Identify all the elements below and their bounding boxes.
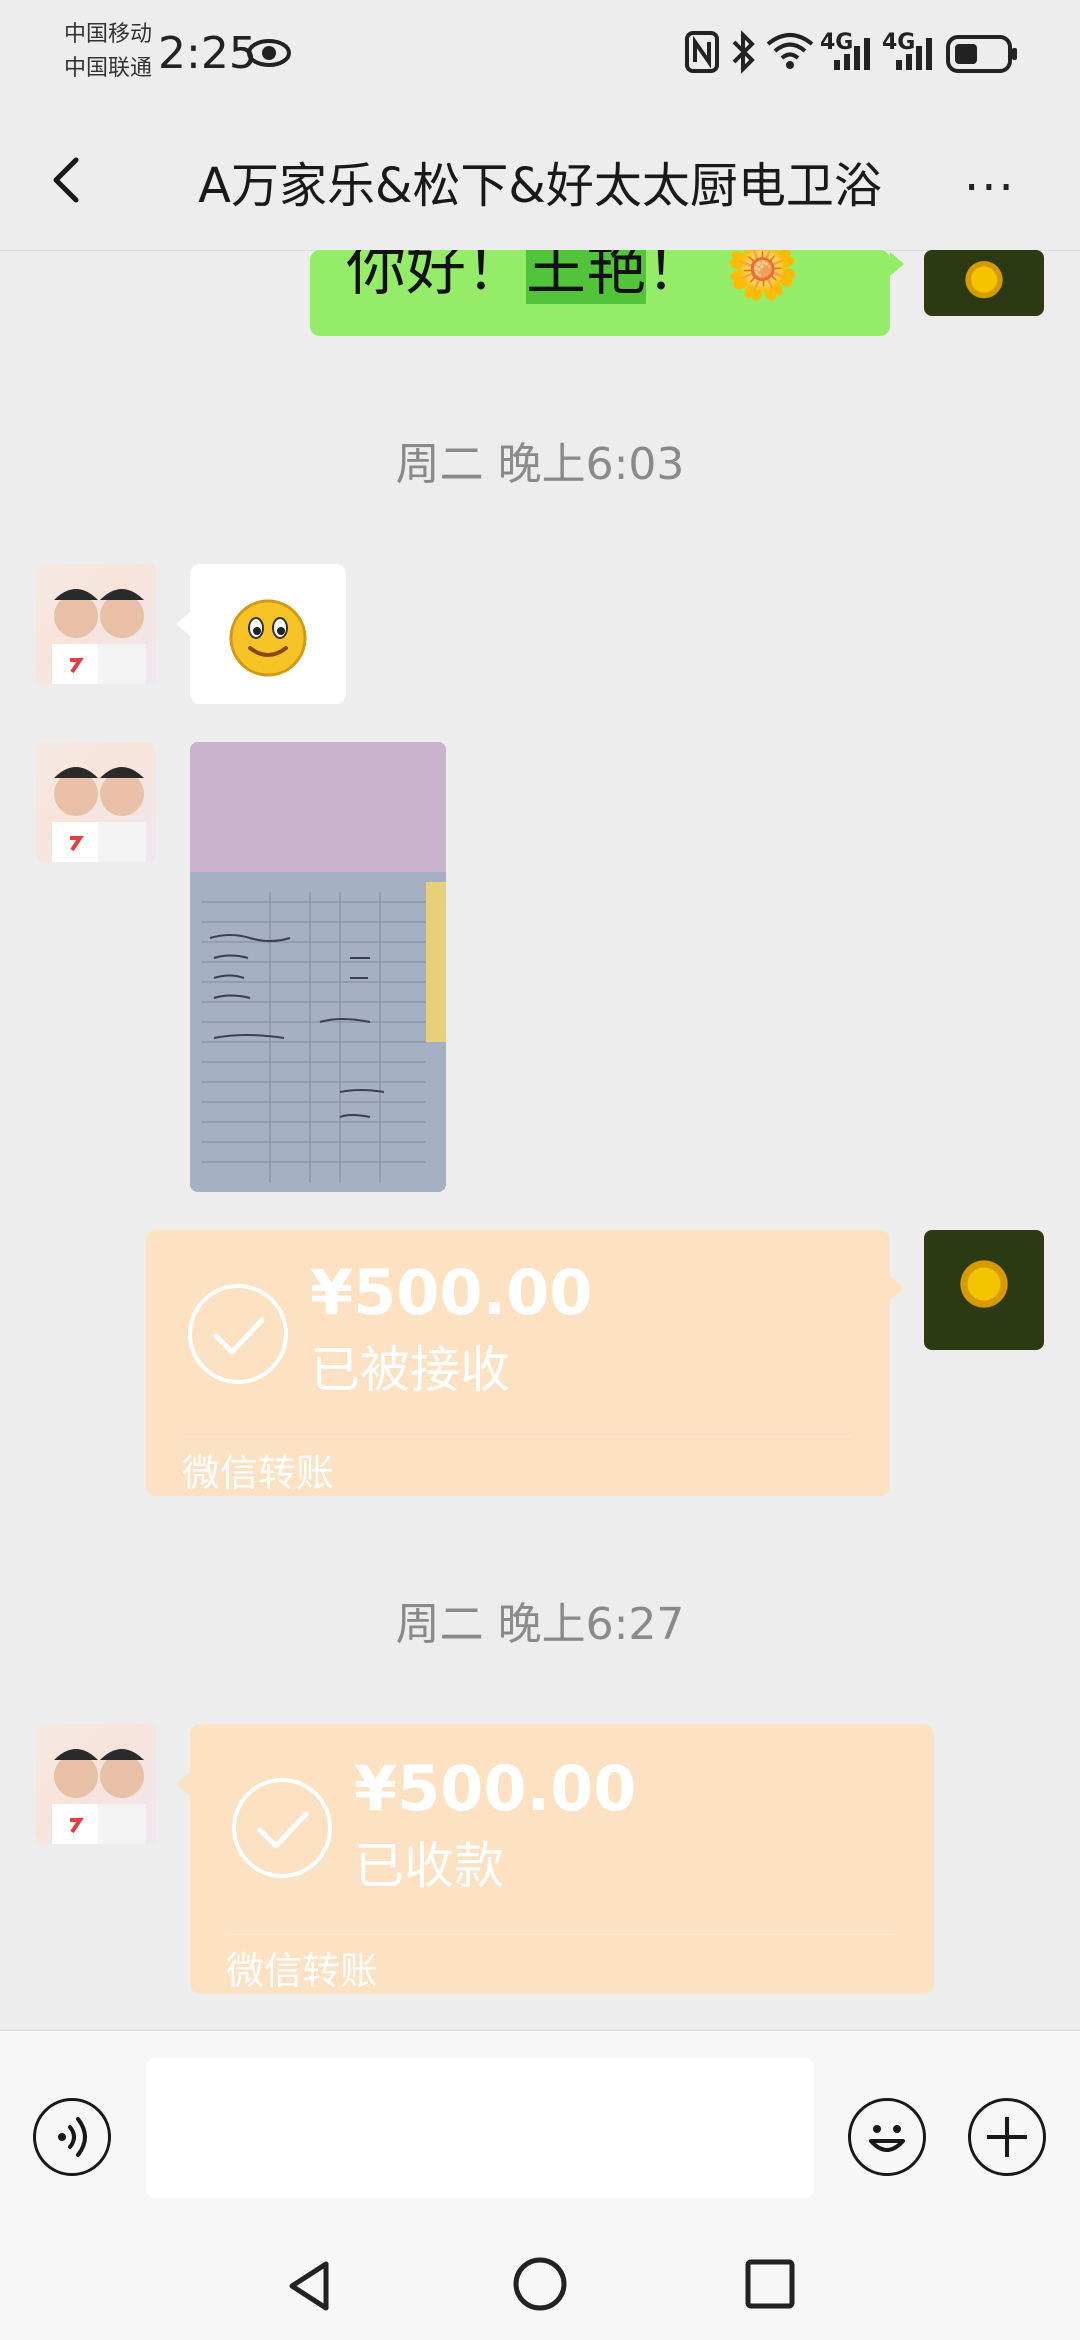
nav-back-button[interactable] bbox=[280, 2256, 340, 2316]
my-avatar[interactable] bbox=[924, 1230, 1044, 1350]
contact-avatar[interactable] bbox=[36, 564, 156, 684]
kids-photo-icon bbox=[52, 1749, 146, 1844]
transfer-card[interactable]: ¥500.00 已收款 微信转账 bbox=[190, 1724, 934, 1994]
check-circle-icon bbox=[188, 1284, 288, 1384]
bubble-tail bbox=[176, 612, 190, 636]
transfer-divider bbox=[182, 1436, 852, 1437]
wifi-icon bbox=[766, 33, 814, 69]
receipt-photo-icon bbox=[190, 742, 446, 1192]
nfc-icon bbox=[685, 31, 719, 73]
plus-icon bbox=[987, 2117, 1027, 2157]
contact-avatar[interactable] bbox=[36, 742, 156, 862]
bluetooth-icon bbox=[732, 30, 755, 74]
bubble-tail bbox=[890, 252, 904, 276]
check-circle-icon bbox=[232, 1778, 332, 1878]
voice-input-button[interactable] bbox=[33, 2098, 111, 2176]
eye-icon bbox=[247, 39, 291, 67]
smiley-icon bbox=[869, 2125, 905, 2152]
chat-title: A万家乐&松下&好太太厨电卫浴 bbox=[198, 158, 882, 214]
status-time: 2:25 bbox=[158, 28, 257, 79]
timestamp: 周二 晚上6:27 bbox=[395, 1599, 685, 1650]
text-message-bubble[interactable]: 你好！王艳！ 🌼 bbox=[310, 250, 890, 336]
kids-photo-icon bbox=[52, 589, 146, 684]
transfer-divider bbox=[226, 1934, 896, 1935]
battery-icon bbox=[946, 35, 1017, 73]
contact-avatar[interactable] bbox=[36, 1724, 156, 1844]
transfer-amount: ¥500.00 bbox=[310, 1256, 593, 1329]
transfer-status: 已收款 bbox=[354, 1837, 504, 1895]
my-avatar[interactable] bbox=[924, 250, 1044, 316]
transfer-status: 已被接收 bbox=[310, 1341, 510, 1399]
more-options-button[interactable]: ··· bbox=[964, 160, 1016, 216]
carrier-2: 中国联通 bbox=[64, 56, 153, 81]
signal-icon-2 bbox=[896, 38, 932, 70]
message-text-end: ！ bbox=[646, 250, 706, 304]
nav-home-button[interactable] bbox=[510, 2254, 570, 2314]
signal-icon-1 bbox=[834, 38, 870, 70]
flower-emoji: 🌼 bbox=[725, 250, 800, 304]
transfer-card[interactable]: ¥500.00 已被接收 微信转账 bbox=[146, 1230, 890, 1496]
timestamp: 周二 晚上6:03 bbox=[395, 439, 685, 490]
transfer-footer: 微信转账 bbox=[226, 1949, 379, 1993]
emoji-button[interactable] bbox=[848, 2098, 926, 2176]
emoji-message-bubble[interactable] bbox=[190, 564, 346, 704]
image-message[interactable] bbox=[190, 742, 446, 1192]
carrier-1: 中国移动 bbox=[64, 22, 153, 47]
transfer-amount: ¥500.00 bbox=[354, 1752, 637, 1825]
message-text: 你好！ bbox=[346, 250, 526, 304]
bubble-tail bbox=[176, 1772, 190, 1796]
highlighted-text: 王艳 bbox=[526, 250, 646, 304]
voice-icon bbox=[58, 2117, 87, 2157]
nav-recents-button[interactable] bbox=[740, 2254, 800, 2314]
more-functions-button[interactable] bbox=[968, 2098, 1046, 2176]
smile-emoji-icon bbox=[229, 599, 307, 677]
message-input[interactable] bbox=[146, 2058, 814, 2198]
bubble-tail bbox=[890, 1276, 904, 1300]
kids-photo-icon bbox=[52, 767, 146, 862]
transfer-footer: 微信转账 bbox=[182, 1451, 335, 1495]
